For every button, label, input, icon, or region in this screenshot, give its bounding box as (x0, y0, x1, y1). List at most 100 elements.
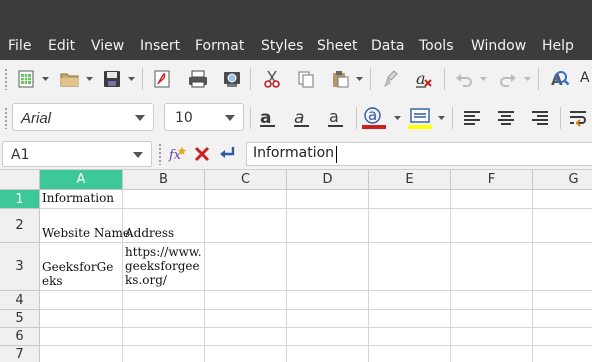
open-dropdown-chevron-down-icon[interactable] (84, 65, 94, 93)
cell-a2[interactable]: Website Name (40, 209, 130, 243)
column-header-f[interactable]: F (451, 170, 533, 190)
cell-c5[interactable] (205, 310, 287, 328)
cell-b7[interactable] (123, 346, 205, 362)
toolbar-grip-icon[interactable] (4, 107, 8, 129)
cell-c1[interactable] (205, 190, 287, 209)
new-spreadsheet-icon[interactable] (12, 65, 40, 93)
paste-icon[interactable] (326, 65, 354, 93)
column-header-e[interactable]: E (369, 170, 451, 190)
align-left-icon[interactable] (458, 104, 486, 132)
redo-dropdown-chevron-down-icon[interactable] (522, 65, 532, 93)
cell-e1[interactable] (369, 190, 451, 209)
print-preview-icon[interactable] (218, 65, 246, 93)
cell-f2[interactable] (451, 209, 533, 243)
cell-b4[interactable] (123, 291, 205, 310)
cell-a7[interactable] (40, 346, 123, 362)
font-name-chevron-down-icon[interactable] (135, 115, 145, 121)
cell-d5[interactable] (287, 310, 369, 328)
redo-icon[interactable] (494, 65, 522, 93)
cell-a6[interactable] (40, 328, 123, 346)
row-header-3[interactable]: 3 (0, 243, 40, 291)
align-center-icon[interactable] (492, 104, 520, 132)
font-color-chevron-down-icon[interactable] (392, 104, 402, 132)
menu-help[interactable]: Help (542, 38, 574, 54)
cell-c3[interactable] (205, 243, 287, 291)
row-header-6[interactable]: 6 (0, 328, 40, 346)
paste-dropdown-chevron-down-icon[interactable] (354, 65, 364, 93)
menu-file[interactable]: File (8, 38, 31, 54)
cell-a4[interactable] (40, 291, 123, 310)
find-replace-icon[interactable]: A (546, 65, 574, 93)
cell-g3[interactable] (533, 243, 592, 291)
copy-icon[interactable] (292, 65, 320, 93)
cell-g6[interactable] (533, 328, 592, 346)
cell-a3[interactable]: GeeksforGeeks (40, 243, 123, 291)
cell-g7[interactable] (533, 346, 592, 362)
save-icon[interactable] (98, 65, 126, 93)
cell-g4[interactable] (533, 291, 592, 310)
column-header-b[interactable]: B (123, 170, 205, 190)
cell-d1[interactable] (287, 190, 369, 209)
cell-c4[interactable] (205, 291, 287, 310)
open-folder-icon[interactable] (56, 65, 84, 93)
spreadsheet-grid[interactable]: A B C D E F G 1 2 3 4 5 6 7 Information … (0, 170, 592, 362)
font-size-chevron-down-icon[interactable] (225, 115, 235, 121)
export-pdf-icon[interactable] (148, 65, 176, 93)
toolbar-grip-icon[interactable] (4, 68, 8, 90)
cell-f1[interactable] (451, 190, 533, 209)
cell-f5[interactable] (451, 310, 533, 328)
cell-a1[interactable]: Information (40, 190, 123, 209)
column-header-d[interactable]: D (287, 170, 369, 190)
cell-f3[interactable] (451, 243, 533, 291)
column-header-c[interactable]: C (205, 170, 287, 190)
menu-data[interactable]: Data (371, 38, 404, 54)
cell-e4[interactable] (369, 291, 451, 310)
italic-icon[interactable]: a (288, 104, 316, 132)
menu-sheet[interactable]: Sheet (317, 38, 357, 54)
cell-c7[interactable] (205, 346, 287, 362)
menu-tools[interactable]: Tools (419, 38, 454, 54)
cell-e3[interactable] (369, 243, 451, 291)
cell-b6[interactable] (123, 328, 205, 346)
menu-edit[interactable]: Edit (48, 38, 75, 54)
highlight-color-icon[interactable] (406, 104, 434, 132)
name-box[interactable]: A1 (2, 141, 152, 167)
menu-window[interactable]: Window (471, 38, 526, 54)
cell-d4[interactable] (287, 291, 369, 310)
clear-formatting-icon[interactable]: a (410, 65, 438, 93)
formula-input[interactable]: Information (246, 142, 592, 166)
row-header-2[interactable]: 2 (0, 209, 40, 243)
undo-dropdown-chevron-down-icon[interactable] (478, 65, 488, 93)
font-size-combobox[interactable]: 10 (164, 103, 244, 131)
highlight-color-chevron-down-icon[interactable] (436, 104, 446, 132)
menu-format[interactable]: Format (195, 38, 244, 54)
bold-icon[interactable]: a (254, 104, 282, 132)
align-right-icon[interactable] (526, 104, 554, 132)
cell-e7[interactable] (369, 346, 451, 362)
accept-enter-icon[interactable] (214, 140, 242, 168)
clone-formatting-icon[interactable] (378, 65, 406, 93)
cell-e2[interactable] (369, 209, 451, 243)
name-box-chevron-down-icon[interactable] (133, 152, 143, 158)
cell-d2[interactable] (287, 209, 369, 243)
cell-g1[interactable] (533, 190, 592, 209)
cell-f4[interactable] (451, 291, 533, 310)
column-header-a[interactable]: A (40, 170, 123, 190)
cell-b2[interactable]: Address (123, 209, 205, 243)
row-header-5[interactable]: 5 (0, 310, 40, 328)
undo-icon[interactable] (450, 65, 478, 93)
cell-d7[interactable] (287, 346, 369, 362)
cell-g5[interactable] (533, 310, 592, 328)
cell-b1[interactable] (123, 190, 205, 209)
cell-g2[interactable] (533, 209, 592, 243)
menu-styles[interactable]: Styles (261, 38, 303, 54)
cell-e5[interactable] (369, 310, 451, 328)
column-header-g[interactable]: G (533, 170, 592, 190)
print-icon[interactable] (184, 65, 212, 93)
menu-view[interactable]: View (91, 38, 124, 54)
toolbar-grip-icon[interactable] (158, 143, 162, 165)
cell-d6[interactable] (287, 328, 369, 346)
cell-d3[interactable] (287, 243, 369, 291)
new-dropdown-chevron-down-icon[interactable] (40, 65, 50, 93)
font-color-icon[interactable]: a (360, 104, 388, 132)
